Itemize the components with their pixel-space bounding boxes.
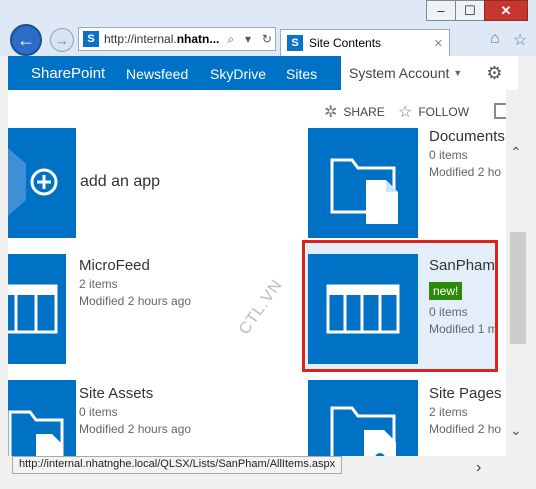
microfeed-item-count: 2 items [79, 277, 118, 291]
address-bar[interactable]: S http://internal. nhatn... ⌕ ▾ ↻ [78, 27, 276, 51]
document-library-icon [330, 158, 398, 224]
site-pages-title[interactable]: Site Pages [429, 384, 502, 404]
document-library-icon [8, 410, 64, 456]
nav-skydrive[interactable]: SkyDrive [210, 66, 266, 82]
forward-button[interactable]: → [50, 28, 74, 52]
share-button[interactable]: ✲ SHARE [324, 102, 385, 122]
suite-bar: SharePoint Newsfeed SkyDrive Sites Syste… [8, 56, 518, 90]
site-pages-item-count: 2 items [429, 405, 468, 419]
nav-sites[interactable]: Sites [286, 66, 317, 82]
tab-site-contents[interactable]: S Site Contents ✕ [280, 29, 450, 56]
microfeed-info: MicroFeed 2 items Modified 2 hours ago [79, 256, 191, 310]
home-icon[interactable]: ⌂ [490, 30, 500, 48]
follow-button[interactable]: ☆ FOLLOW [398, 102, 469, 122]
wiki-pages-icon [330, 406, 396, 456]
highlight-annotation-box [302, 240, 498, 372]
window-controls: – ☐ ✕ [426, 0, 528, 22]
refresh-icon[interactable]: ↻ [259, 32, 275, 46]
star-icon: ☆ [398, 104, 413, 121]
address-prefix: http://internal. [104, 32, 177, 46]
microfeed-title[interactable]: MicroFeed [79, 256, 191, 276]
watermark: CTL.VN [236, 276, 287, 338]
site-assets-info: Site Assets 0 items Modified 2 hours ago [79, 384, 191, 438]
address-host: nhatn... [176, 32, 220, 46]
documents-item-count: 0 items [429, 148, 468, 162]
site-pages-tile[interactable] [308, 380, 418, 456]
settings-gear-icon[interactable]: ⚙ [471, 56, 518, 90]
user-name: System Account [349, 65, 450, 81]
close-window-button[interactable]: ✕ [484, 0, 528, 21]
focus-on-content-icon[interactable] [494, 103, 506, 119]
vertical-scrollbar[interactable]: ⌃ ⌄ [506, 130, 530, 456]
documents-tile[interactable] [308, 128, 418, 238]
scrollbar-thumb[interactable] [510, 232, 526, 344]
sharepoint-favicon-icon: S [83, 31, 99, 47]
chevron-down-icon: ▼ [453, 68, 463, 78]
site-pages-info: Site Pages 2 items Modified 2 ho [429, 384, 502, 438]
minimize-button[interactable]: – [426, 0, 456, 21]
favorites-icon[interactable]: ☆ [513, 30, 527, 50]
documents-title[interactable]: Documents [429, 127, 505, 147]
add-app-icon [8, 148, 58, 216]
share-icon: ✲ [324, 104, 338, 121]
microfeed-tile[interactable] [8, 254, 66, 364]
back-button[interactable]: ← [10, 24, 42, 56]
sharepoint-brand[interactable]: SharePoint [31, 65, 105, 82]
site-assets-item-count: 0 items [79, 405, 118, 419]
documents-modified: Modified 2 ho [429, 165, 502, 179]
site-pages-modified: Modified 2 ho [429, 422, 502, 436]
follow-label: FOLLOW [418, 105, 470, 119]
scroll-down-icon[interactable]: ⌄ [510, 422, 522, 439]
add-an-app-tile[interactable] [8, 128, 76, 238]
list-icon [8, 284, 58, 334]
maximize-button[interactable]: ☐ [455, 0, 485, 21]
add-an-app-label[interactable]: add an app [80, 172, 160, 192]
user-menu[interactable]: System Account ▼ [341, 56, 471, 90]
site-assets-modified: Modified 2 hours ago [79, 422, 192, 436]
site-assets-title[interactable]: Site Assets [79, 384, 191, 404]
search-icon[interactable]: ⌕ [224, 32, 237, 47]
sharepoint-tab-icon: S [287, 35, 303, 51]
tab-title: Site Contents [309, 36, 382, 50]
documents-info: Documents 0 items Modified 2 ho [429, 127, 505, 181]
dropdown-icon[interactable]: ▾ [242, 32, 254, 46]
scroll-up-icon[interactable]: ⌃ [510, 144, 522, 161]
microfeed-modified: Modified 2 hours ago [79, 294, 192, 308]
share-label: SHARE [343, 105, 385, 119]
status-bar-url: http://internal.nhatnghe.local/QLSX/List… [12, 456, 343, 474]
tab-close-icon[interactable]: ✕ [434, 37, 443, 50]
scroll-right-icon[interactable]: › [476, 459, 481, 477]
browser-chrome: – ☐ ✕ ← → S http://internal. nhatn... ⌕ … [0, 0, 536, 56]
nav-newsfeed[interactable]: Newsfeed [126, 66, 188, 82]
site-assets-tile[interactable] [8, 380, 76, 456]
